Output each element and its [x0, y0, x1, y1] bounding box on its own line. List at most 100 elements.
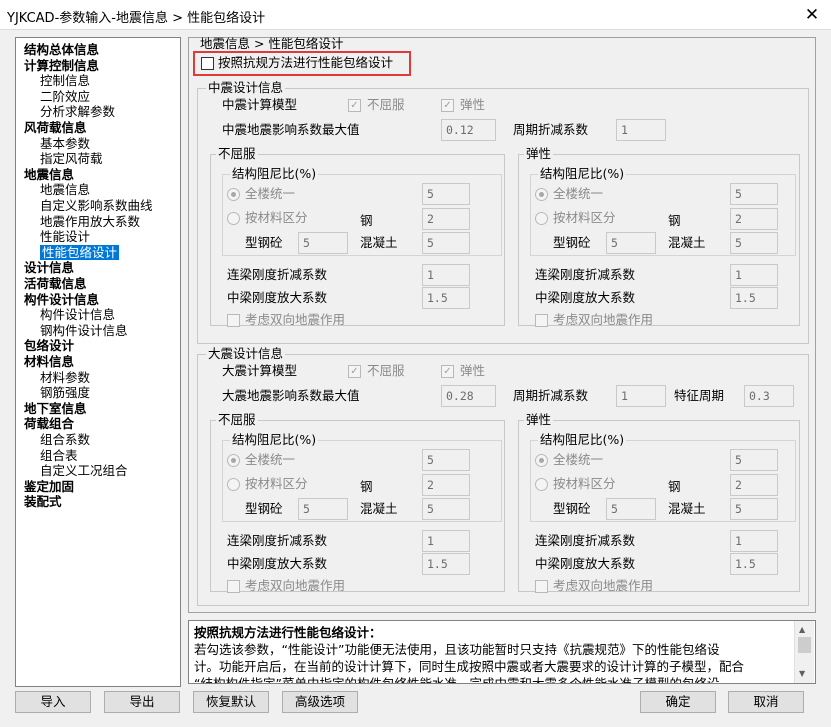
sec-large-elastic-steel-input[interactable]: 2: [730, 474, 778, 496]
tree-category[interactable]: 装配式: [24, 494, 62, 509]
sec-large-elastic-by-material-radio[interactable]: [535, 478, 548, 491]
tree-item[interactable]: 基本参数: [40, 136, 90, 151]
sec-mid-nonyield-by-material-radio[interactable]: [227, 212, 240, 225]
envelope-design-checkbox[interactable]: [201, 57, 214, 70]
sec-large-nonyield-all-floors-radio[interactable]: [227, 454, 240, 467]
nav-tree[interactable]: 结构总体信息 计算控制信息 控制信息 二阶效应 分析求解参数 风荷载信息 基本参数 指定风荷载…: [15, 37, 181, 687]
tree-item[interactable]: 自定义影响系数曲线: [40, 198, 153, 213]
sec-mid-elastic-all-floors-radio[interactable]: [535, 188, 548, 201]
sec-large-char-period-label: 特征周期: [674, 388, 725, 403]
sec-large-nonyield-bidirectional-checkbox[interactable]: [227, 580, 240, 593]
description-box: 按照抗规方法进行性能包络设计： 若勾选该参数，“性能设计”功能便无法使用，且该功…: [188, 620, 816, 684]
tree-item[interactable]: 构件设计信息: [40, 307, 115, 322]
sec-large-elastic-coupling-beam-input[interactable]: 1: [730, 530, 778, 552]
cancel-button[interactable]: 取消: [728, 691, 804, 713]
advanced-options-button[interactable]: 高级选项: [282, 691, 358, 713]
close-icon[interactable]: ✕: [798, 3, 826, 27]
sec-mid-elastic-bidirectional-label: 考虑双向地震作用: [553, 312, 654, 327]
sec-mid-elastic-all-floors-input[interactable]: 5: [730, 183, 778, 205]
scroll-thumb[interactable]: [798, 637, 811, 653]
envelope-design-label: 按照抗规方法进行性能包络设计: [218, 55, 394, 70]
sec-large-alpha-input[interactable]: 0.28: [441, 385, 496, 407]
sec-mid-nonyield-all-floors-radio[interactable]: [227, 188, 240, 201]
tree-item-selected[interactable]: 性能包络设计: [40, 244, 120, 260]
sec-large-nonyield-by-material-radio[interactable]: [227, 478, 240, 491]
sec-mid-nonyield-concrete-input[interactable]: 5: [422, 232, 470, 254]
sec-large-elastic-all-floors-input[interactable]: 5: [730, 449, 778, 471]
sec-mid-alpha-input[interactable]: 0.12: [441, 119, 496, 141]
sec-mid-elastic-bidirectional-checkbox[interactable]: [535, 314, 548, 327]
sec-large-nonyield-coupling-beam-input[interactable]: 1: [422, 530, 470, 552]
sec-mid-nonyield-option: 不屈服: [367, 97, 405, 112]
sec-large-nonyield-src-input[interactable]: 5: [298, 498, 348, 520]
tree-category[interactable]: 构件设计信息: [24, 292, 99, 307]
sec-mid-elastic-coupling-beam-input[interactable]: 1: [730, 264, 778, 286]
sec-large-elastic-all-floors-radio[interactable]: [535, 454, 548, 467]
scroll-up-icon[interactable]: ▲: [799, 625, 805, 634]
tree-category[interactable]: 地下室信息: [24, 401, 87, 416]
sec-mid-elastic-src-input[interactable]: 5: [606, 232, 656, 254]
sec-mid-elastic-by-material-radio[interactable]: [535, 212, 548, 225]
sec-mid-nonyield-damping-title: 结构阻尼比(%): [230, 166, 319, 181]
sec-mid-nonyield-checkbox[interactable]: ✓: [348, 99, 361, 112]
sec-large-elastic-concrete-label: 混凝土: [668, 501, 706, 516]
sec-large-nonyield-steel-input[interactable]: 2: [422, 474, 470, 496]
tree-category[interactable]: 结构总体信息: [24, 42, 99, 57]
sec-large-elastic-concrete-input[interactable]: 5: [730, 498, 778, 520]
sec-mid-nonyield-steel-input[interactable]: 2: [422, 208, 470, 230]
tree-item[interactable]: 地震作用放大系数: [40, 214, 140, 229]
tree-item[interactable]: 钢构件设计信息: [40, 323, 128, 338]
sec-large-elastic-src-input[interactable]: 5: [606, 498, 656, 520]
tree-item[interactable]: 二阶效应: [40, 89, 90, 104]
sec-mid-elastic-checkbox[interactable]: ✓: [441, 99, 454, 112]
sec-large-elastic-src-label: 型钢砼: [553, 501, 591, 516]
sec-mid-nonyield-all-floors-input[interactable]: 5: [422, 183, 470, 205]
tree-category[interactable]: 活荷载信息: [24, 276, 87, 291]
sec-large-nonyield-mid-beam-input[interactable]: 1.5: [422, 553, 470, 575]
sec-large-elastic-bidirectional-checkbox[interactable]: [535, 580, 548, 593]
tree-category[interactable]: 计算控制信息: [24, 58, 99, 73]
scroll-down-icon[interactable]: ▼: [799, 669, 805, 678]
sec-mid-nonyield-src-input[interactable]: 5: [298, 232, 348, 254]
sec-mid-elastic-concrete-input[interactable]: 5: [730, 232, 778, 254]
sec-mid-nonyield-coupling-beam-input[interactable]: 1: [422, 264, 470, 286]
sec-large-char-period-input[interactable]: 0.3: [744, 385, 794, 407]
tree-item[interactable]: 指定风荷载: [40, 151, 103, 166]
tree-category[interactable]: 风荷载信息: [24, 120, 87, 135]
tree-category[interactable]: 设计信息: [24, 260, 74, 275]
sec-mid-model-label: 中震计算模型: [222, 97, 298, 112]
sec-large-period-input[interactable]: 1: [616, 385, 666, 407]
sec-mid-nonyield-bidirectional-checkbox[interactable]: [227, 314, 240, 327]
tree-item[interactable]: 地震信息: [40, 182, 90, 197]
tree-category[interactable]: 材料信息: [24, 354, 74, 369]
restore-defaults-button[interactable]: 恢复默认: [193, 691, 269, 713]
tree-category[interactable]: 包络设计: [24, 338, 74, 353]
tree-category[interactable]: 鉴定加固: [24, 479, 74, 494]
sec-mid-period-input[interactable]: 1: [616, 119, 666, 141]
description-line: 计。功能开启后，在当前的设计计算下，同时生成按照中震或者大震要求的设计计算的子模…: [194, 659, 745, 674]
description-scrollbar[interactable]: ▲ ▼: [794, 621, 814, 683]
tree-item[interactable]: 材料参数: [40, 370, 90, 385]
tree-item[interactable]: 钢筋强度: [40, 385, 90, 400]
tree-item[interactable]: 性能设计: [40, 229, 90, 244]
sec-mid-elastic-mid-beam-input[interactable]: 1.5: [730, 287, 778, 309]
sec-mid-nonyield-mid-beam-label: 中梁刚度放大系数: [227, 290, 328, 305]
sec-mid-elastic-mid-beam-label: 中梁刚度放大系数: [535, 290, 636, 305]
sec-large-elastic-mid-beam-input[interactable]: 1.5: [730, 553, 778, 575]
import-button[interactable]: 导入: [15, 691, 91, 713]
tree-item[interactable]: 组合系数: [40, 432, 90, 447]
sec-large-nonyield-concrete-input[interactable]: 5: [422, 498, 470, 520]
tree-category[interactable]: 地震信息: [24, 167, 74, 182]
export-button[interactable]: 导出: [104, 691, 180, 713]
sec-large-elastic-checkbox[interactable]: ✓: [441, 365, 454, 378]
tree-item[interactable]: 分析求解参数: [40, 104, 115, 119]
sec-mid-nonyield-mid-beam-input[interactable]: 1.5: [422, 287, 470, 309]
tree-item[interactable]: 控制信息: [40, 73, 90, 88]
tree-item[interactable]: 自定义工况组合: [40, 463, 128, 478]
sec-large-nonyield-all-floors-input[interactable]: 5: [422, 449, 470, 471]
sec-large-nonyield-checkbox[interactable]: ✓: [348, 365, 361, 378]
sec-mid-elastic-steel-input[interactable]: 2: [730, 208, 778, 230]
ok-button[interactable]: 确定: [640, 691, 716, 713]
tree-item[interactable]: 组合表: [40, 448, 78, 463]
tree-category[interactable]: 荷载组合: [24, 416, 74, 431]
